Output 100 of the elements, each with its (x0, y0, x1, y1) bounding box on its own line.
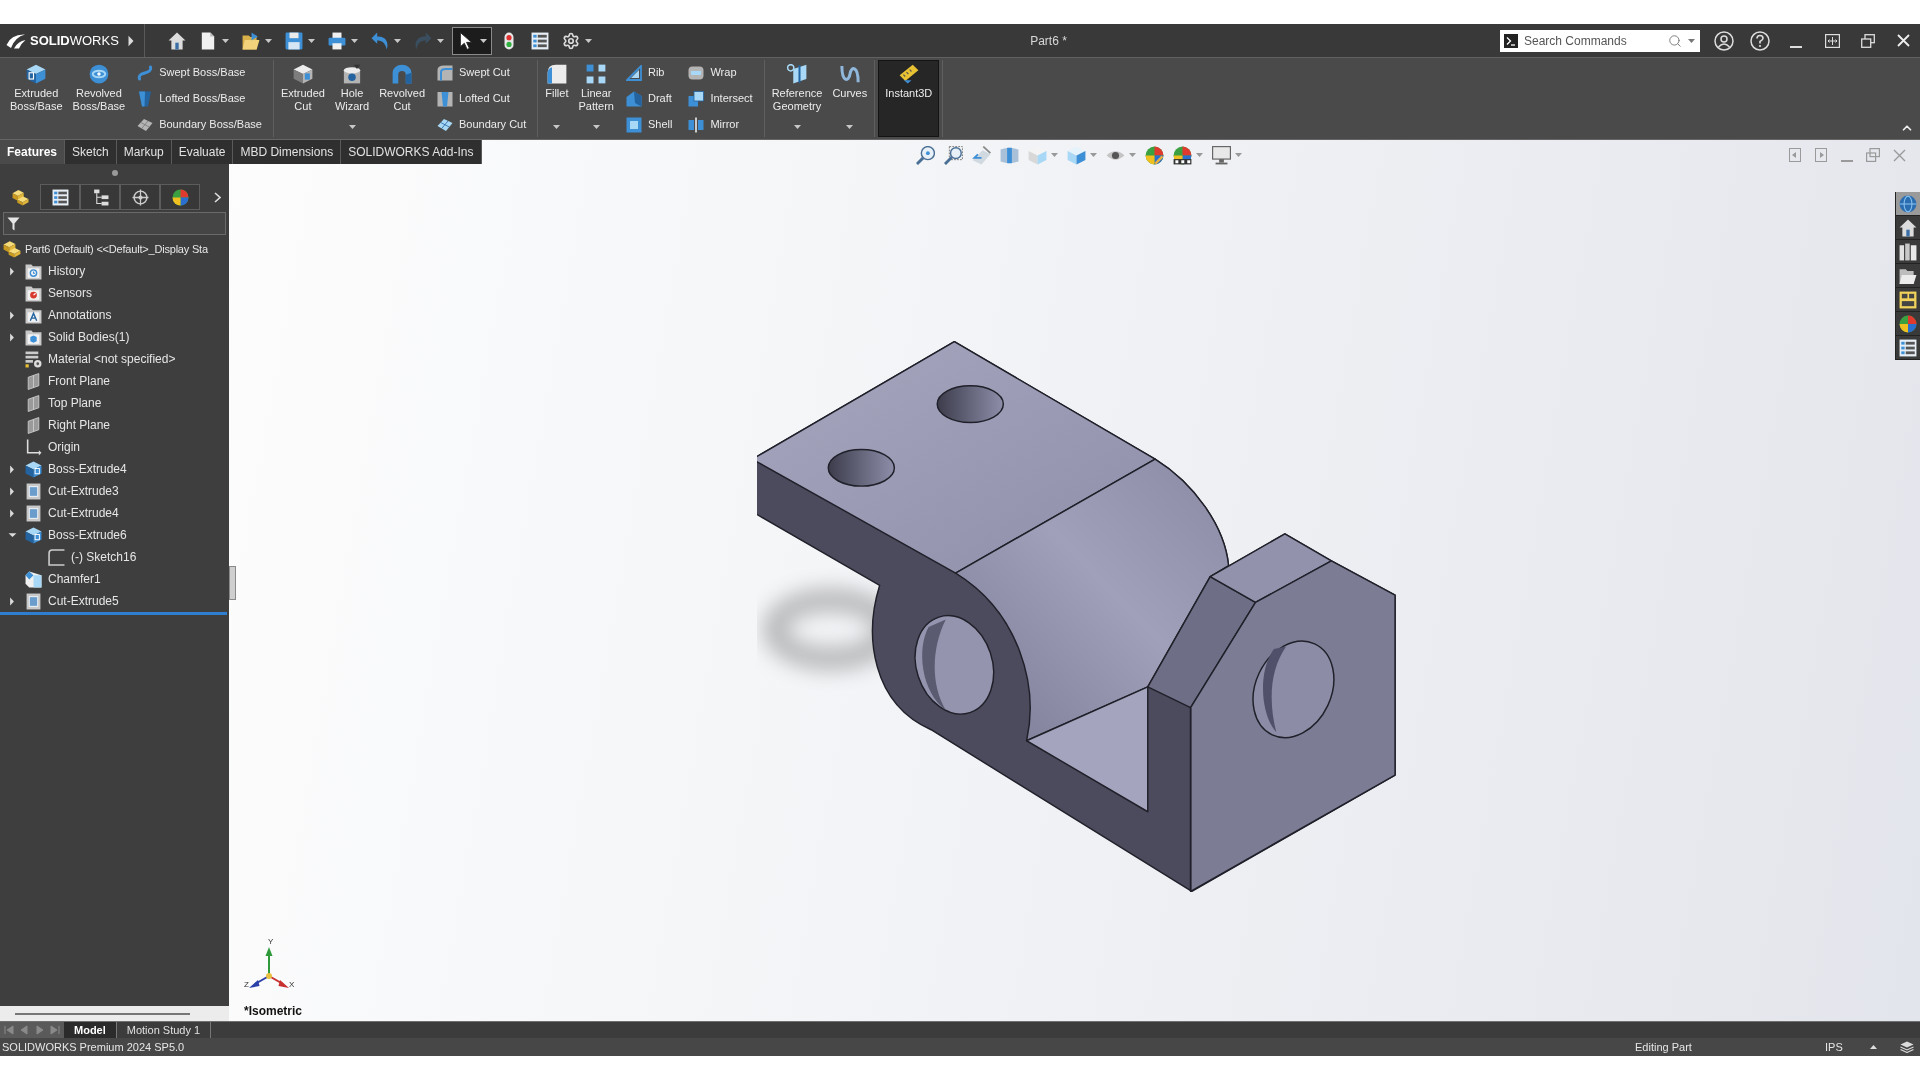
select-button[interactable] (452, 26, 492, 55)
tree-item[interactable]: Top Plane (0, 392, 229, 414)
search-box[interactable]: Search Commands (1500, 29, 1700, 52)
tree-item[interactable]: Material <not specified> (0, 348, 229, 370)
view-toolbar-button[interactable] (1209, 144, 1244, 166)
panel-tab[interactable] (80, 184, 120, 210)
ribbon-button[interactable]: Wrap (685, 61, 756, 84)
arch-icon (392, 64, 413, 84)
ribbon-button[interactable]: Hole Wizard (330, 60, 374, 137)
ribbon-button[interactable]: Reference Geometry (767, 60, 827, 137)
panel-tab[interactable] (160, 184, 200, 210)
tree-item[interactable]: Cut-Extrude4 (0, 502, 229, 524)
tree-item[interactable]: (-) Sketch16 (0, 546, 229, 568)
task-pane-tab[interactable] (1896, 216, 1920, 240)
model-tab[interactable]: Model (64, 1022, 117, 1038)
ribbon-button[interactable]: Revolved Cut (375, 60, 429, 137)
command-tab[interactable]: Markup (116, 140, 172, 164)
tree-item[interactable]: Chamfer1 (0, 568, 229, 590)
ribbon-button[interactable]: Rib (622, 61, 676, 84)
task-pane-tab[interactable] (1896, 336, 1920, 360)
rib-triangle-icon (625, 64, 642, 81)
tree-item[interactable]: Solid Bodies(1) (0, 326, 229, 348)
hole-drill-icon (342, 64, 363, 84)
tile-window-icon (1824, 33, 1840, 48)
tree-item[interactable]: Annotations (0, 304, 229, 326)
command-tab[interactable]: Features (0, 140, 66, 164)
caret-icon (348, 125, 356, 129)
ribbon-button[interactable]: Shell (622, 113, 676, 136)
panel-tab[interactable] (120, 184, 160, 210)
filter-field[interactable] (3, 212, 226, 235)
ribbon-button[interactable]: Revolved Boss/Base (68, 60, 130, 137)
globe-icon (1899, 194, 1917, 213)
new-document-icon (199, 31, 217, 50)
ribbon-button[interactable]: Swept Cut (434, 61, 530, 84)
task-pane-tab[interactable] (1896, 240, 1920, 264)
palette-grid-icon (1899, 290, 1917, 309)
tree-item[interactable]: Front Plane (0, 370, 229, 392)
ribbon-button[interactable]: Boundary Boss/Base (134, 113, 265, 136)
tree-item[interactable]: Origin (0, 436, 229, 458)
layers-icon (1899, 1041, 1914, 1053)
tree-item[interactable]: Boss-Extrude6 (0, 524, 229, 546)
command-tab[interactable]: SOLIDWORKS Add-Ins (341, 140, 482, 164)
ribbon-button[interactable]: Intersect (685, 87, 756, 110)
ribbon-button[interactable]: Fillet (541, 60, 573, 137)
tree-item[interactable]: Cut-Extrude3 (0, 480, 229, 502)
extrude-cube-icon (25, 526, 42, 544)
home-icon (168, 31, 186, 50)
previous-icon (19, 1025, 30, 1035)
part-blocks-icon (11, 188, 29, 206)
cut-extrude-icon (25, 482, 42, 500)
part-blocks-icon (3, 240, 21, 258)
tree-item[interactable]: Cut-Extrude5 (0, 590, 229, 612)
task-pane-tab[interactable] (1896, 312, 1920, 336)
tree-item[interactable]: Right Plane (0, 414, 229, 436)
command-tab[interactable]: Evaluate (171, 140, 234, 164)
ribbon-button[interactable]: Boundary Cut (434, 113, 530, 136)
undo-arrow-icon (371, 31, 389, 50)
ribbon-button[interactable]: Mirror (685, 113, 756, 136)
ribbon-button[interactable]: Extruded Cut (276, 60, 329, 137)
ribbon-button[interactable]: Instant3D (878, 60, 940, 137)
ribbon-button[interactable]: Lofted Cut (434, 87, 530, 110)
ribbon-button[interactable]: Draft (622, 87, 676, 110)
horizontal-scrollbar[interactable] (0, 1006, 229, 1021)
triangle-right-icon (9, 596, 15, 606)
previous-view-icon (971, 145, 991, 165)
units-button[interactable]: IPS (1825, 1038, 1853, 1056)
annotation-folder-icon (25, 306, 42, 324)
sensor-folder-icon (25, 284, 42, 302)
printer-icon (328, 31, 346, 50)
task-pane-tab[interactable] (1896, 288, 1920, 312)
command-tab[interactable]: Sketch (65, 140, 117, 164)
home-icon (1899, 218, 1917, 237)
curved-block-icon (437, 64, 453, 81)
ribbon-button[interactable]: Extruded Boss/Base (6, 60, 67, 137)
tree-item[interactable]: Boss-Extrude4 (0, 458, 229, 480)
tree-item[interactable]: Sensors (0, 282, 229, 304)
overlapping-boxes-icon (688, 90, 705, 107)
triangle-right-icon (9, 508, 15, 518)
task-pane-tab[interactable] (1896, 192, 1920, 216)
material-list-icon (25, 350, 42, 368)
tree-item[interactable]: History (0, 260, 229, 282)
close-icon (1896, 34, 1910, 47)
tree-item[interactable]: Part6 (Default) <<Default>_Display Sta (0, 238, 229, 260)
ribbon-button[interactable]: Swept Boss/Base (134, 61, 265, 84)
list-icon (1899, 338, 1917, 357)
view-toolbar-button[interactable] (913, 144, 937, 166)
triangle-right-icon (9, 486, 15, 496)
ribbon-button[interactable]: Curves (828, 60, 872, 137)
caret-icon (1688, 38, 1695, 43)
caret-icon (394, 38, 401, 43)
ribbon-button[interactable]: Linear Pattern (574, 60, 618, 137)
panel-tab[interactable] (40, 184, 80, 210)
view-toolbar-button[interactable] (941, 144, 965, 166)
splitter-handle[interactable] (229, 566, 236, 600)
ribbon-button[interactable]: Lofted Boss/Base (134, 87, 265, 110)
search-field[interactable]: Search Commands (1524, 30, 1662, 51)
command-tab[interactable]: MBD Dimensions (233, 140, 342, 164)
terminal-icon (1504, 33, 1518, 48)
folder-icon (1899, 266, 1917, 285)
restore-icon (1866, 148, 1880, 162)
